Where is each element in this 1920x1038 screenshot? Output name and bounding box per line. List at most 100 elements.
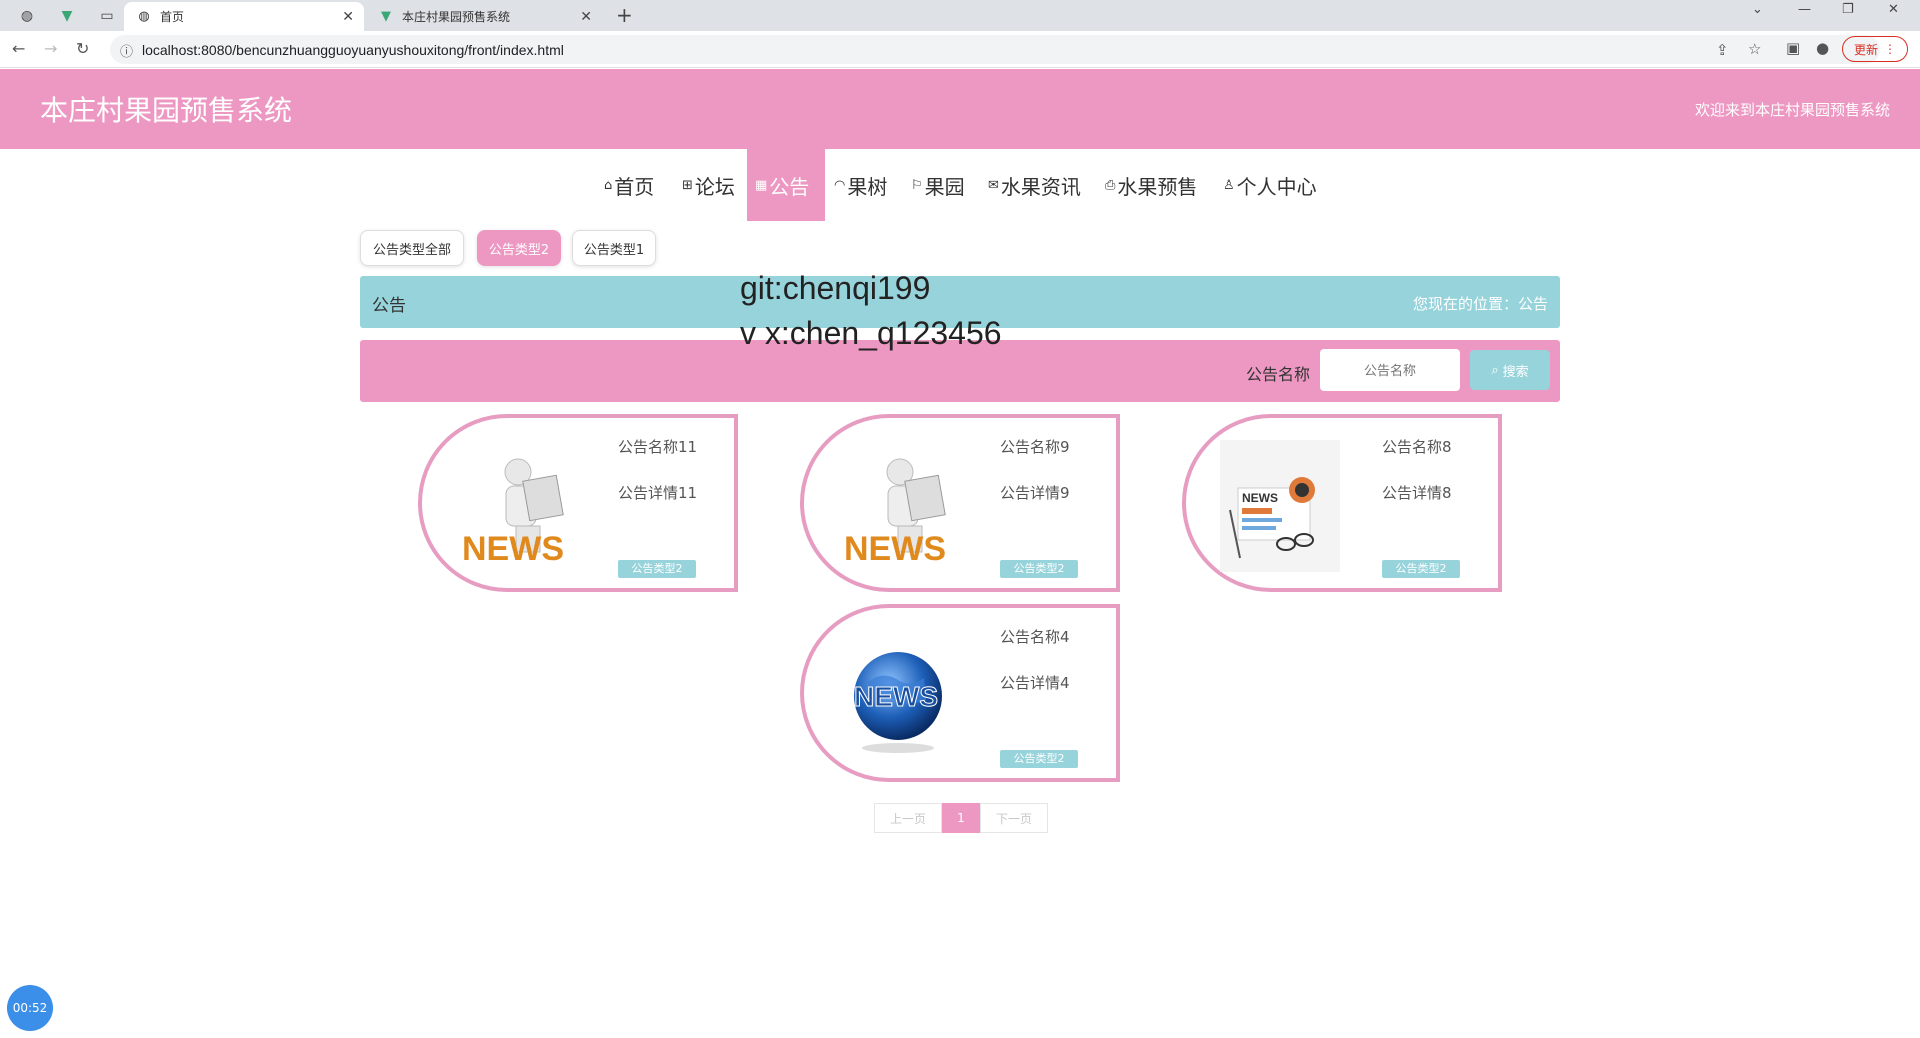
notice-type-tag: 公告类型2 (1000, 750, 1078, 768)
info-icon[interactable]: ⓘ (120, 41, 133, 60)
search-icon: ⌕ (1491, 362, 1499, 378)
notice-name: 公告名称11 (618, 438, 698, 456)
nav-label: 果树 (847, 174, 888, 199)
browser-tab-pinned-3[interactable]: ▭ (92, 4, 122, 28)
vue-icon: ▼ (61, 8, 73, 24)
notice-name: 公告名称9 (1000, 438, 1070, 456)
user-icon: ♙ (1223, 177, 1235, 193)
site-title: 本庄村果园预售系统 (40, 94, 293, 127)
notice-card[interactable]: NEWS 公告名称9 公告详情9 公告类型2 (800, 414, 1120, 592)
back-button[interactable]: ← (12, 39, 25, 58)
notice-icon: ▦ (755, 177, 768, 193)
browser-tab-bar: ◍ ▼ ▭ ◍ 首页 ✕ ▼ 本庄村果园预售系统 ✕ + ⌄ — ❐ ✕ (0, 0, 1920, 31)
browser-tab-label: 首页 (160, 10, 185, 24)
page-number-current[interactable]: 1 (942, 803, 980, 833)
notice-detail: 公告详情9 (1000, 484, 1070, 502)
page-icon: ▭ (100, 8, 114, 24)
vue-icon: ▼ (381, 9, 391, 24)
browser-tab-system[interactable]: ▼ 本庄村果园预售系统 ✕ (366, 2, 602, 31)
nav-label: 公告 (769, 174, 810, 199)
globe-icon: ◍ (138, 9, 150, 24)
notice-detail: 公告详情4 (1000, 674, 1070, 692)
nav-label: 个人中心 (1236, 174, 1317, 199)
reload-button[interactable]: ↻ (76, 39, 89, 58)
main-nav: ⌂ 首页 ⊞ 论坛 ▦ 公告 ◠ 果树 ⚐ 果园 ✉ 水果资讯 ⎙ 水果预售 ♙ 个人中心 (0, 149, 1920, 221)
nav-personal-center[interactable]: ♙ 个人中心 (1215, 149, 1325, 221)
pagination: 上一页 1 下一页 (874, 803, 1048, 833)
browser-tab-pinned-1[interactable]: ◍ (12, 4, 42, 28)
profile-icon[interactable]: ● (1816, 39, 1829, 57)
mail-icon: ✉ (988, 177, 999, 193)
nav-label: 水果资讯 (1000, 174, 1081, 199)
search-input[interactable] (1320, 349, 1460, 391)
forum-icon: ⊞ (682, 177, 693, 193)
share-icon[interactable]: ⇪ (1716, 41, 1729, 59)
notice-type-tag: 公告类型2 (1000, 560, 1078, 578)
home-icon: ⌂ (604, 177, 613, 193)
nav-label: 首页 (614, 174, 655, 199)
nav-notice[interactable]: ▦ 公告 (747, 149, 825, 221)
search-button[interactable]: ⌕ 搜索 (1470, 350, 1550, 390)
address-bar[interactable]: ⓘ localhost:8080/bencunzhuangguoyuanyush… (110, 35, 1880, 64)
tab-search-icon[interactable]: ⌄ (1752, 2, 1763, 17)
minimize-button[interactable]: — (1798, 2, 1811, 17)
next-page-button[interactable]: 下一页 (980, 803, 1048, 833)
print-icon: ⎙ (1105, 177, 1116, 193)
restore-button[interactable]: ❐ (1842, 2, 1854, 17)
forward-button[interactable]: → (44, 39, 57, 58)
site-header: 本庄村果园预售系统 欢迎来到本庄村果园预售系统 (0, 69, 1920, 149)
browser-tab-pinned-2[interactable]: ▼ (52, 4, 82, 28)
browser-tab-label: 本庄村果园预售系统 (402, 10, 511, 24)
notice-card[interactable]: NEWS 公告名称4 公告详情4 公告类型2 (800, 604, 1120, 782)
close-icon[interactable]: ✕ (580, 9, 592, 25)
star-icon[interactable]: ☆ (1748, 40, 1761, 58)
nav-label: 果园 (924, 174, 965, 199)
nav-orchard[interactable]: ⚐ 果园 (903, 149, 973, 221)
globe-icon: ◍ (20, 8, 34, 24)
news-globe-image: NEWS (854, 652, 942, 753)
close-icon[interactable]: ✕ (342, 9, 354, 25)
svg-text:NEWS: NEWS (462, 530, 564, 568)
filter-type-2[interactable]: 公告类型2 (477, 230, 561, 266)
window-close-button[interactable]: ✕ (1888, 2, 1899, 17)
svg-text:NEWS: NEWS (854, 681, 938, 712)
new-tab-button[interactable]: + (616, 3, 633, 27)
browser-toolbar: ← → ↻ ⓘ localhost:8080/bencunzhuangguoyu… (0, 31, 1920, 68)
update-label: 更新 (1853, 42, 1878, 57)
notice-card[interactable]: NEWS 公告名称11 公告详情11 公告类型2 (418, 414, 738, 592)
nav-forum[interactable]: ⊞ 论坛 (674, 149, 743, 221)
search-button-label: 搜索 (1502, 364, 1529, 380)
browser-tab-home[interactable]: ◍ 首页 ✕ (124, 2, 364, 31)
watermark-line-2: v x:chen_q123456 (740, 315, 1002, 351)
nav-home[interactable]: ⌂ 首页 (596, 149, 662, 221)
page-title: 公告 (372, 296, 406, 316)
tree-icon: ◠ (834, 177, 846, 193)
update-button[interactable]: 更新 ⋮ (1842, 36, 1908, 62)
notice-card[interactable]: NEWS 公告名称8 公告详情8 公告类型2 (1182, 414, 1502, 592)
nav-label: 论坛 (694, 174, 735, 199)
svg-text:NEWS: NEWS (844, 530, 946, 568)
news-figure-image: NEWS (462, 458, 564, 568)
notice-name: 公告名称8 (1382, 438, 1452, 456)
svg-text:NEWS: NEWS (1242, 491, 1278, 505)
recording-timer: 00:52 (7, 985, 53, 1031)
url-text: localhost:8080/bencunzhuangguoyuanyushou… (142, 42, 564, 58)
notice-detail: 公告详情11 (618, 484, 698, 502)
sidepanel-icon[interactable]: ▣ (1786, 39, 1800, 57)
watermark-line-1: git:chenqi199 (740, 270, 931, 306)
nav-fruit-news[interactable]: ✉ 水果资讯 (980, 149, 1089, 221)
filter-type-1[interactable]: 公告类型1 (572, 230, 656, 266)
breadcrumb-location: 您现在的位置：公告 (1412, 295, 1548, 313)
notice-detail: 公告详情8 (1382, 484, 1452, 502)
more-icon: ⋮ (1884, 42, 1896, 56)
nav-label: 水果预售 (1117, 174, 1198, 199)
site-welcome: 欢迎来到本庄村果园预售系统 (1694, 101, 1890, 119)
prev-page-button[interactable]: 上一页 (874, 803, 942, 833)
flag-icon: ⚐ (911, 177, 923, 193)
newspaper-image: NEWS (1220, 440, 1340, 572)
nav-fruit-presale[interactable]: ⎙ 水果预售 (1097, 149, 1205, 221)
filter-type-all[interactable]: 公告类型全部 (360, 230, 464, 266)
notice-type-tag: 公告类型2 (1382, 560, 1460, 578)
nav-fruit-tree[interactable]: ◠ 果树 (826, 149, 895, 221)
notice-name: 公告名称4 (1000, 628, 1070, 646)
